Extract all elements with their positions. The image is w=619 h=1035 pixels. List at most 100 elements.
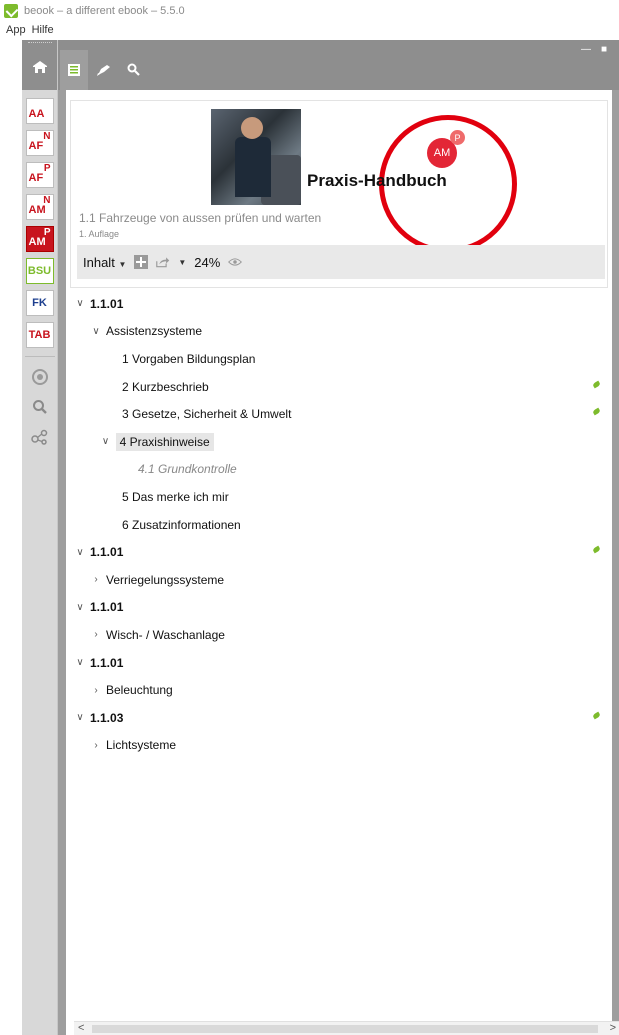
toc-row[interactable]: › Beleuchtung [66,676,612,704]
app-logo-icon [4,4,18,18]
title-bar: beook – a different ebook – 5.5.0 [0,0,619,22]
toc-label: Wisch- / Waschanlage [106,627,225,642]
chevron-down-icon[interactable]: ▼ [178,258,186,267]
horizontal-scrollbar[interactable]: < > [74,1021,619,1035]
home-icon[interactable] [31,60,49,74]
chevron-down-icon[interactable]: ∨ [74,298,86,309]
toc-row[interactable]: 5 Das merke ich mir [66,483,612,511]
toc-row[interactable]: 6 Zusatzinformationen [66,511,612,539]
content-dropdown[interactable]: Inhalt ▼ [83,255,126,270]
book-sup: N [43,131,51,142]
toc-label: 1.1.01 [90,655,124,670]
book-button-aa[interactable]: AA [25,98,54,124]
toc-row[interactable]: ∨ 1.1.01 [66,649,612,677]
chevron-down-icon[interactable]: ∨ [74,547,86,558]
minimize-icon[interactable]: — [581,44,591,55]
book-badge: AM P [427,130,465,168]
toc-row[interactable]: 2 Kurzbeschrieb [66,373,612,401]
sync-button[interactable] [28,365,52,389]
window-title: beook – a different ebook – 5.5.0 [24,5,185,17]
toc-row[interactable]: ∨ 1.1.01 [66,538,612,566]
share-nodes-icon [30,429,47,445]
toc-label: 4.1 Grundkontrolle [138,462,237,477]
scroll-thumb[interactable] [92,1025,598,1033]
badge-label: AM [433,147,451,159]
book-list: AA AF N AF P AM N AM P BSU FK TAB [22,90,57,449]
chevron-right-icon[interactable]: › [90,629,102,640]
chevron-down-icon[interactable]: ∨ [100,436,112,447]
leaf-icon [592,380,601,389]
eye-icon[interactable] [228,255,243,269]
toc-row[interactable]: › Verriegelungssysteme [66,566,612,594]
book-button-am-p[interactable]: AM P [25,226,54,252]
toc-label: 1.1.01 [90,296,124,311]
book-toolbar: Inhalt ▼ ▼ 24% [77,245,605,279]
chevron-down-icon[interactable]: ∨ [74,712,86,723]
chevron-right-icon[interactable]: › [90,574,102,585]
add-icon[interactable] [134,255,149,269]
tab-search[interactable] [120,50,148,90]
toc-row[interactable]: 4.1 Grundkontrolle [66,456,612,484]
book-button-am-n[interactable]: AM N [25,194,54,220]
badge-sup: P [450,130,465,145]
book-button-fk[interactable]: FK [25,290,54,316]
book-label: TAB [28,329,51,341]
drag-handle[interactable] [28,42,52,46]
toc-icon [68,64,80,76]
toc-row[interactable]: ∨ 4 Praxishinweise [66,428,612,456]
toc-row[interactable]: ∨ 1.1.03 [66,704,612,732]
zoom-level[interactable]: 24% [194,255,220,270]
tab-notes[interactable] [90,50,118,90]
book-card: AM P Praxis-Handbuch 1.1 Fahrzeuge von a… [70,100,608,288]
chevron-down-icon[interactable]: ∨ [90,326,102,337]
toc-panel: AM P Praxis-Handbuch 1.1 Fahrzeuge von a… [66,90,619,1035]
book-button-tab[interactable]: TAB [25,322,54,348]
chevron-down-icon: ▼ [118,259,127,269]
book-rail: AA AF N AF P AM N AM P BSU FK TAB [22,40,58,1035]
book-edition: 1. Auflage [79,229,120,239]
share-button[interactable] [28,425,52,449]
toc-row[interactable]: › Lichtsysteme [66,732,612,760]
search-button[interactable] [28,395,52,419]
leaf-icon [592,711,601,720]
chevron-down-icon[interactable]: ∨ [74,602,86,613]
leaf-icon [592,545,601,554]
chevron-right-icon[interactable]: › [90,740,102,751]
toc-row[interactable]: 3 Gesetze, Sicherheit & Umwelt [66,400,612,428]
search-doc-icon [127,63,140,76]
toc-row[interactable]: ∨ 1.1.01 [66,594,612,622]
book-button-af-p[interactable]: AF P [25,162,54,188]
toc-label: 3 Gesetze, Sicherheit & Umwelt [122,407,292,422]
export-icon[interactable] [156,255,170,269]
chevron-right-icon[interactable]: › [90,685,102,696]
book-label: BSU [27,265,52,277]
book-button-bsu[interactable]: BSU [25,258,54,284]
book-sup: P [43,163,51,174]
toc-label: 2 Kurzbeschrieb [122,379,209,394]
toc-row[interactable]: ∨ Assistenzsysteme [66,318,612,346]
panel-header: — ■ [58,40,619,90]
menu-app[interactable]: App [6,24,26,36]
maximize-icon[interactable]: ■ [601,44,607,55]
menu-hilfe[interactable]: Hilfe [32,24,54,36]
scroll-right-icon[interactable]: > [610,1022,616,1034]
toc-row[interactable]: 1 Vorgaben Bildungsplan [66,345,612,373]
toc-label: 1 Vorgaben Bildungsplan [122,351,256,366]
content-label: Inhalt [83,254,115,270]
window-controls: — ■ [581,44,607,55]
content-area: AM P Praxis-Handbuch 1.1 Fahrzeuge von a… [58,90,619,1035]
book-label: FK [32,297,47,309]
sync-icon [31,369,48,385]
toc-row[interactable]: ∨ 1.1.01 [66,290,612,318]
book-button-af-n[interactable]: AF N [25,130,54,156]
bookmark-pen-icon [97,65,110,76]
menu-bar: App Hilfe [0,22,619,38]
toc-label: 1.1.03 [90,710,124,725]
scroll-left-icon[interactable]: < [78,1022,84,1034]
tab-toc[interactable] [60,50,88,90]
chevron-down-icon[interactable]: ∨ [74,657,86,668]
toc-row[interactable]: › Wisch- / Waschanlage [66,621,612,649]
toc-label: 4 Praxishinweise [115,432,214,451]
book-label: AF [28,140,44,152]
toc-label: Beleuchtung [106,683,173,698]
